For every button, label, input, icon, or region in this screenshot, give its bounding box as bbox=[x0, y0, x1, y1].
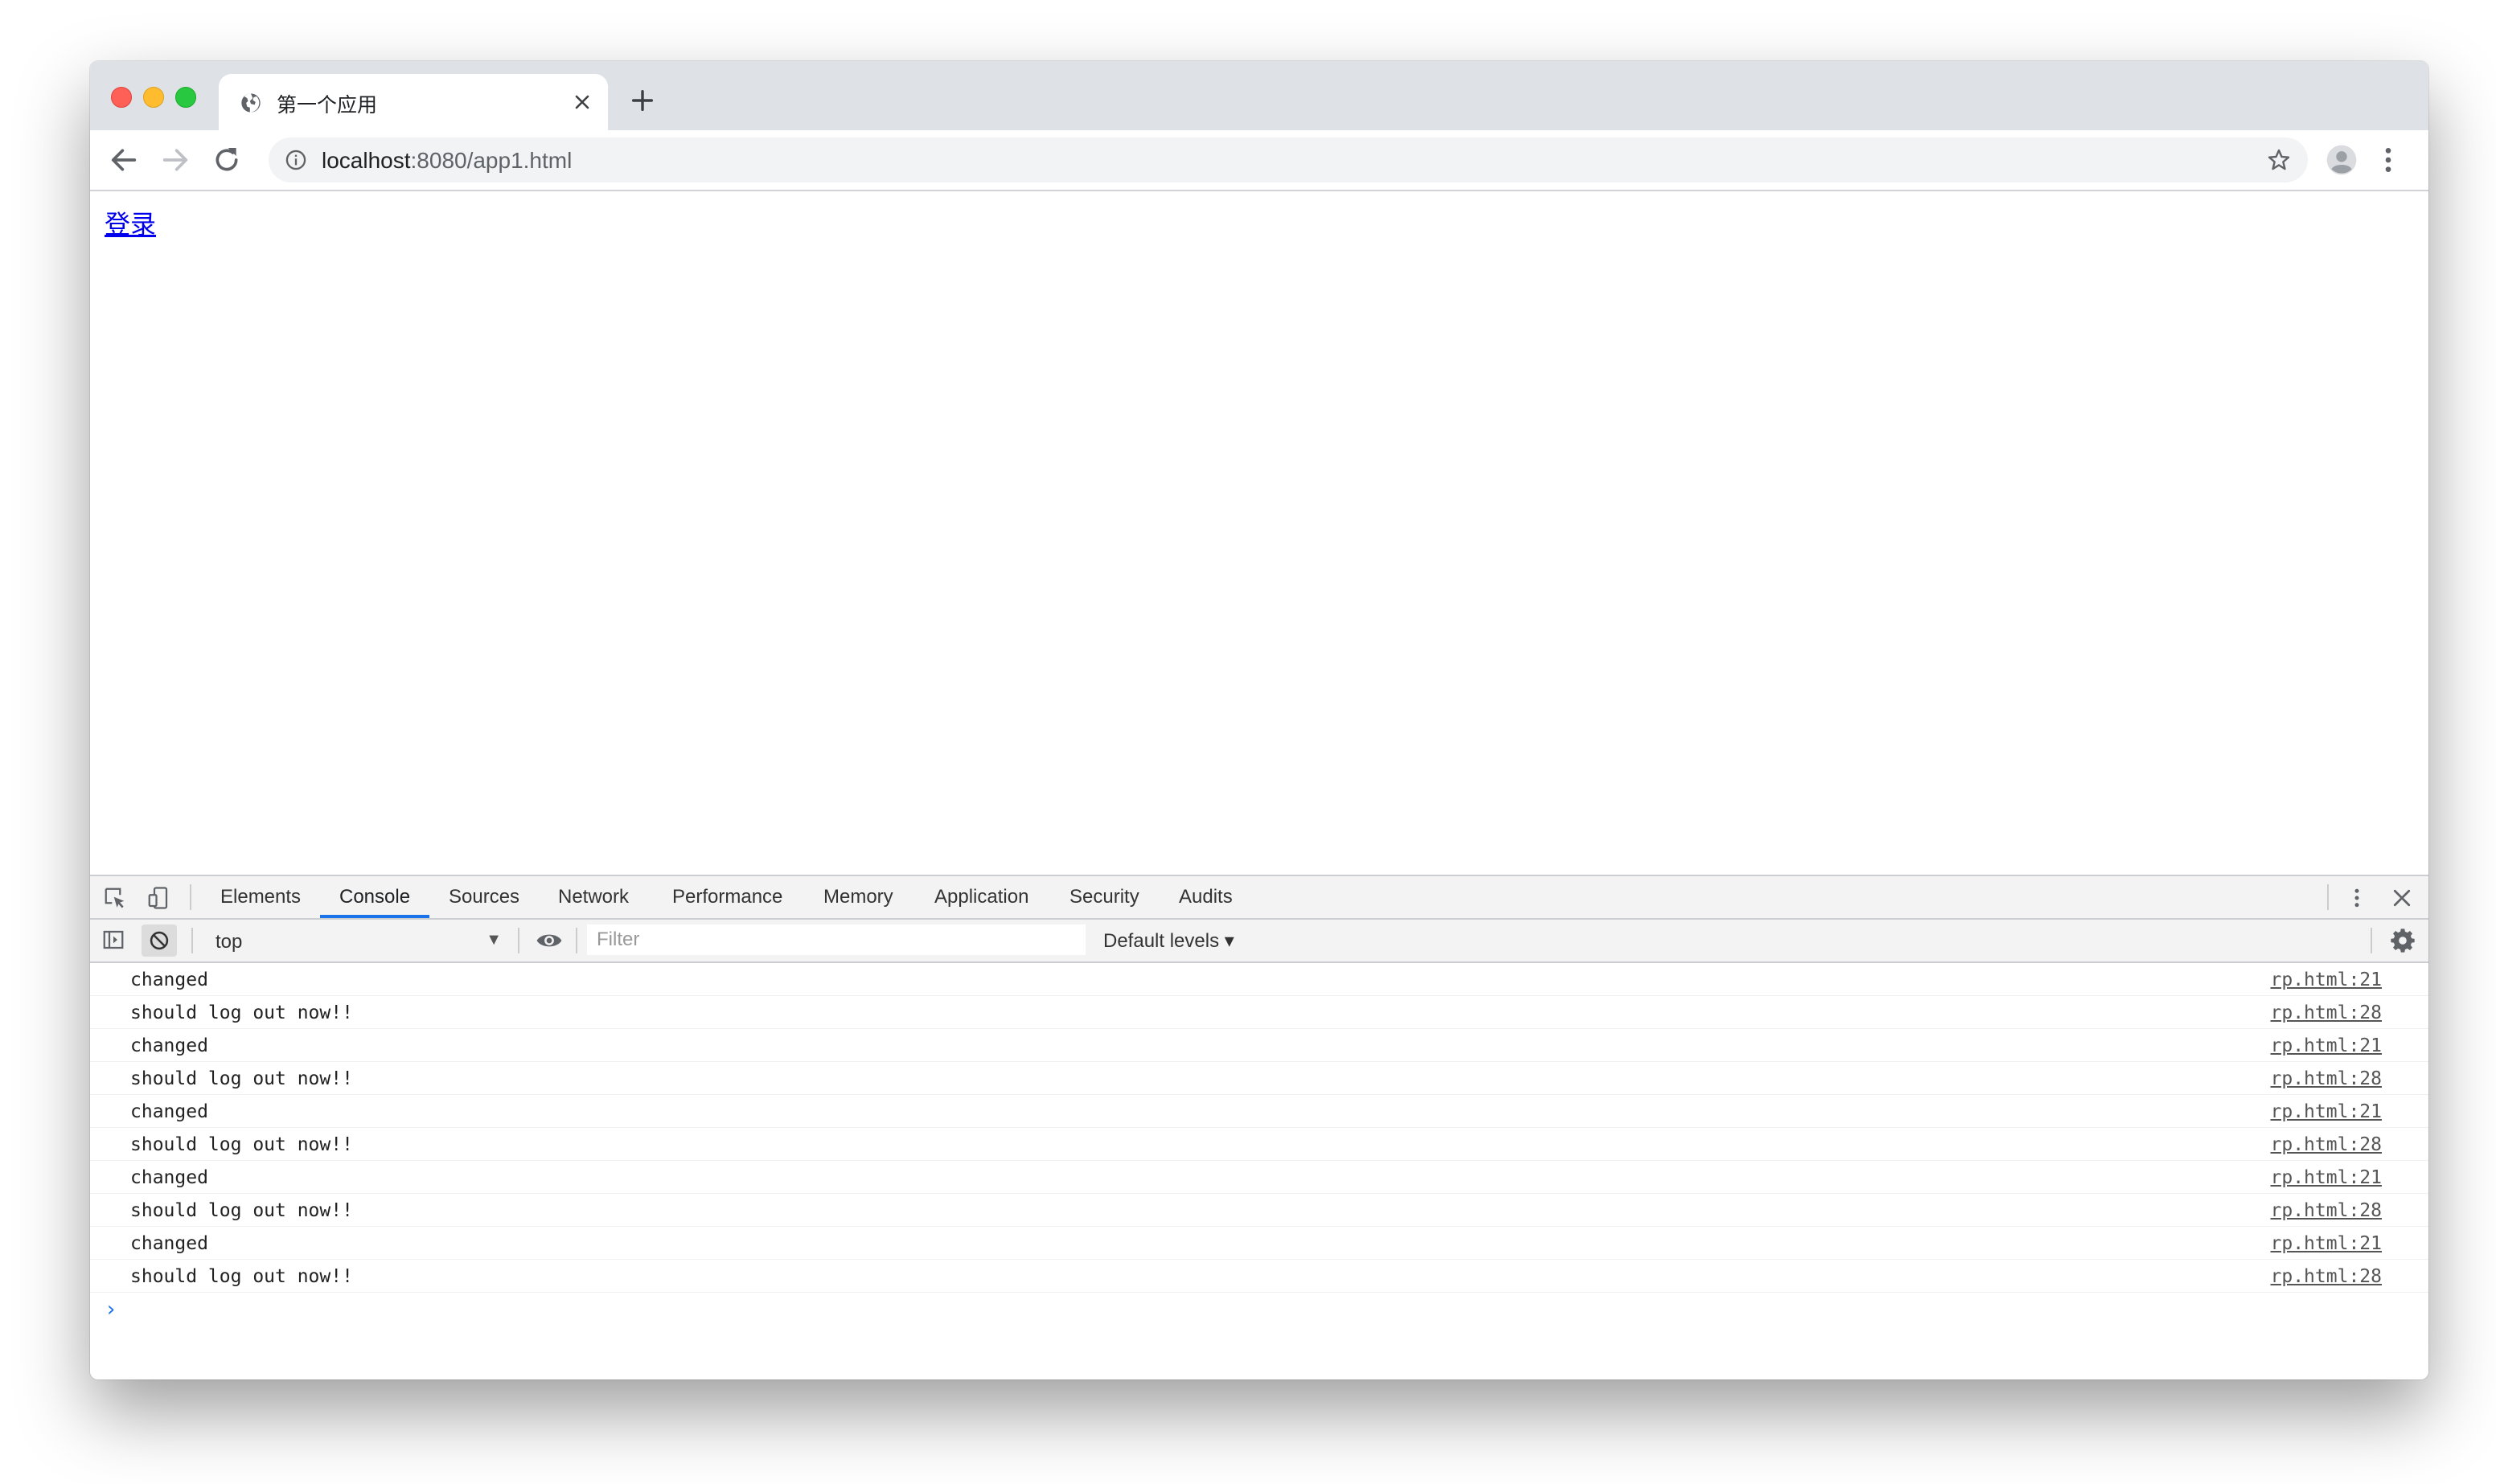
prompt-chevron-icon: › bbox=[105, 1297, 117, 1322]
tab-application[interactable]: Application bbox=[915, 876, 1048, 918]
globe-icon bbox=[241, 93, 261, 113]
tab-console[interactable]: Console bbox=[320, 876, 430, 918]
context-selector[interactable]: top ▼ bbox=[204, 926, 510, 955]
tab-network[interactable]: Network bbox=[539, 876, 648, 918]
show-sidebar-icon[interactable] bbox=[101, 928, 125, 952]
filter-input[interactable] bbox=[587, 924, 1086, 955]
tab-elements[interactable]: Elements bbox=[201, 876, 320, 918]
page-viewport: 登录 bbox=[90, 191, 2428, 875]
console-settings-gear-icon[interactable] bbox=[2390, 928, 2416, 953]
console-log-row: should log out now!! rp.html:28 bbox=[90, 1062, 2428, 1095]
console-log-row: should log out now!! rp.html:28 bbox=[90, 996, 2428, 1029]
log-source-link[interactable]: rp.html:21 bbox=[2271, 970, 2382, 990]
devtools-tab-bar: Elements Console Sources Network Perform… bbox=[90, 876, 2428, 920]
log-source-link[interactable]: rp.html:28 bbox=[2271, 1134, 2382, 1155]
minimize-window-button[interactable] bbox=[143, 87, 164, 108]
devtools-panel: Elements Console Sources Network Perform… bbox=[90, 875, 2428, 1379]
forward-arrow-icon[interactable] bbox=[159, 144, 191, 176]
console-messages: changed rp.html:21 should log out now!! … bbox=[90, 963, 2428, 1325]
log-message: changed bbox=[130, 1101, 208, 1122]
console-log-row: changed rp.html:21 bbox=[90, 1029, 2428, 1062]
toolbar-divider bbox=[2327, 884, 2329, 910]
browser-tab[interactable]: 第一个应用 bbox=[219, 74, 608, 130]
device-toolbar-icon[interactable] bbox=[146, 886, 170, 910]
console-log-row: changed rp.html:21 bbox=[90, 1161, 2428, 1194]
clear-console-button[interactable] bbox=[142, 924, 177, 957]
log-message: changed bbox=[130, 1167, 208, 1188]
close-window-button[interactable] bbox=[111, 87, 132, 108]
live-expression-eye-icon[interactable] bbox=[536, 929, 563, 952]
browser-window: 第一个应用 localhost:8080/app1.html 登录 Elemen… bbox=[90, 61, 2428, 1379]
browser-menu-icon[interactable] bbox=[2372, 144, 2404, 176]
console-log-row: should log out now!! rp.html:28 bbox=[90, 1260, 2428, 1293]
log-source-link[interactable]: rp.html:28 bbox=[2271, 1068, 2382, 1089]
log-message: changed bbox=[130, 970, 208, 990]
tab-security[interactable]: Security bbox=[1050, 876, 1159, 918]
tab-title: 第一个应用 bbox=[277, 94, 378, 117]
address-bar[interactable]: localhost:8080/app1.html bbox=[269, 137, 2308, 182]
log-source-link[interactable]: rp.html:21 bbox=[2271, 1035, 2382, 1056]
url-text[interactable]: localhost:8080/app1.html bbox=[322, 148, 572, 174]
tab-performance[interactable]: Performance bbox=[653, 876, 802, 918]
log-source-link[interactable]: rp.html:28 bbox=[2271, 1266, 2382, 1287]
console-log-row: changed rp.html:21 bbox=[90, 1095, 2428, 1128]
tab-strip: 第一个应用 bbox=[90, 61, 2428, 130]
info-icon[interactable] bbox=[285, 149, 307, 171]
login-link[interactable]: 登录 bbox=[105, 204, 156, 241]
log-message: changed bbox=[130, 1035, 208, 1056]
console-prompt[interactable]: › bbox=[90, 1293, 2428, 1325]
log-source-link[interactable]: rp.html:21 bbox=[2271, 1167, 2382, 1188]
bookmark-star-icon[interactable] bbox=[2266, 147, 2292, 173]
toolbar-divider bbox=[190, 884, 191, 910]
log-message: changed bbox=[130, 1233, 208, 1254]
toolbar-divider bbox=[2371, 928, 2372, 953]
tab-audits[interactable]: Audits bbox=[1160, 876, 1252, 918]
clear-console-icon bbox=[150, 931, 169, 950]
close-tab-icon[interactable] bbox=[571, 91, 593, 113]
log-message: should log out now!! bbox=[130, 1266, 353, 1287]
tab-sources[interactable]: Sources bbox=[429, 876, 539, 918]
log-source-link[interactable]: rp.html:21 bbox=[2271, 1101, 2382, 1122]
url-path: :8080/app1.html bbox=[410, 148, 573, 173]
log-message: should log out now!! bbox=[130, 1134, 353, 1155]
toolbar-divider bbox=[191, 928, 193, 953]
toolbar-divider bbox=[518, 928, 519, 953]
zoom-window-button[interactable] bbox=[175, 87, 196, 108]
toolbar-divider bbox=[576, 928, 577, 953]
log-source-link[interactable]: rp.html:21 bbox=[2271, 1233, 2382, 1254]
inspect-element-icon[interactable] bbox=[103, 886, 127, 910]
back-arrow-icon[interactable] bbox=[108, 144, 140, 176]
reload-icon[interactable] bbox=[211, 144, 243, 176]
log-message: should log out now!! bbox=[130, 1200, 353, 1221]
browser-toolbar: localhost:8080/app1.html bbox=[90, 130, 2428, 191]
console-log-row: changed rp.html:21 bbox=[90, 1227, 2428, 1260]
new-tab-icon[interactable] bbox=[629, 87, 656, 114]
devtools-menu-icon[interactable] bbox=[2345, 886, 2369, 910]
console-log-row: changed rp.html:21 bbox=[90, 963, 2428, 996]
log-message: should log out now!! bbox=[130, 1002, 353, 1023]
tab-memory[interactable]: Memory bbox=[804, 876, 913, 918]
close-devtools-icon[interactable] bbox=[2390, 886, 2414, 910]
log-source-link[interactable]: rp.html:28 bbox=[2271, 1200, 2382, 1221]
log-source-link[interactable]: rp.html:28 bbox=[2271, 1002, 2382, 1023]
profile-avatar-icon[interactable] bbox=[2326, 144, 2358, 176]
console-log-row: should log out now!! rp.html:28 bbox=[90, 1194, 2428, 1227]
url-host: localhost bbox=[322, 148, 411, 173]
console-toolbar: top ▼ Default levels ▾ bbox=[90, 920, 2428, 963]
context-value: top bbox=[216, 931, 243, 953]
dropdown-arrow-icon: ▼ bbox=[486, 931, 502, 949]
console-log-row: should log out now!! rp.html:28 bbox=[90, 1128, 2428, 1161]
log-message: should log out now!! bbox=[130, 1068, 353, 1089]
log-levels-dropdown[interactable]: Default levels ▾ bbox=[1103, 929, 1234, 953]
